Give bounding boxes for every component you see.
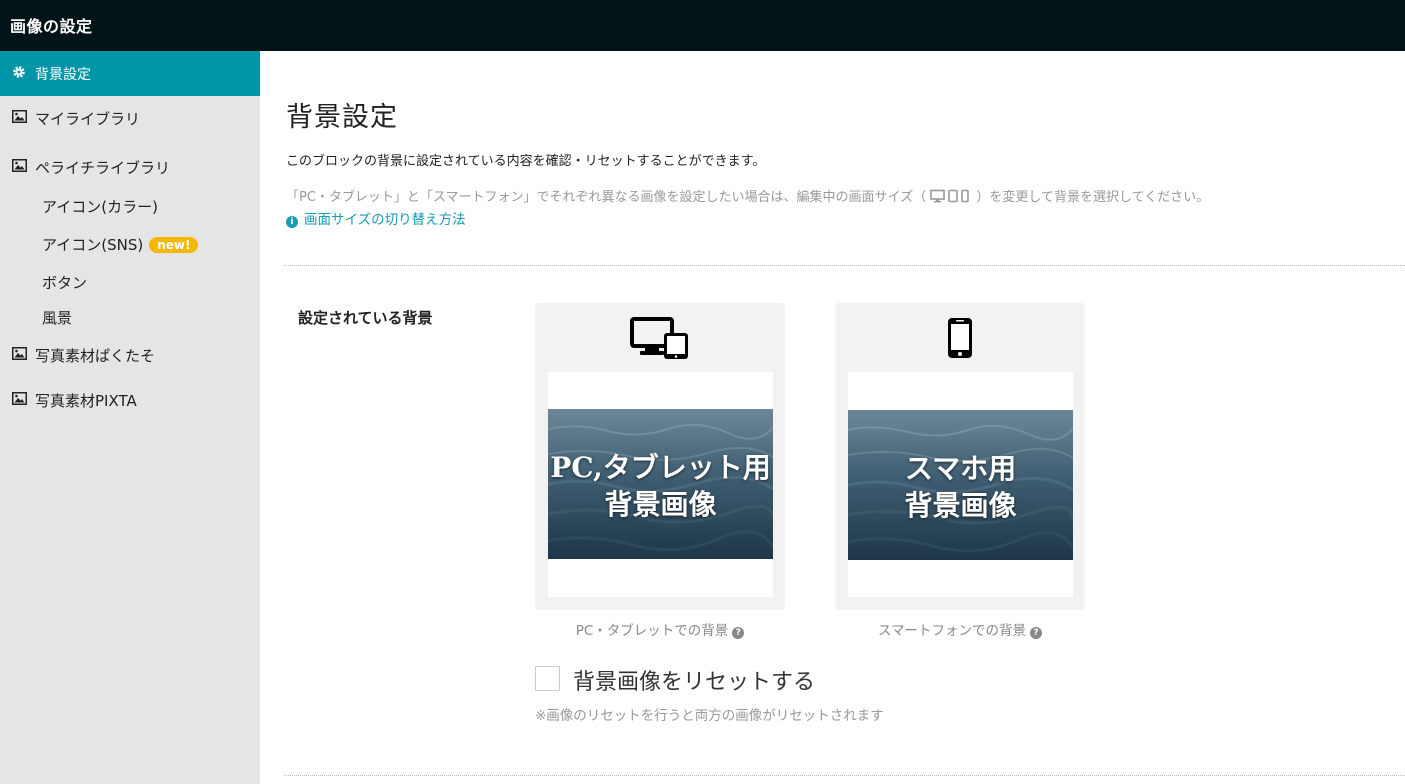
smartphone-background-card[interactable]: スマホ用 背景画像	[835, 303, 1085, 610]
sidebar-item-peraichi-library[interactable]: ペライチライブラリ	[0, 153, 260, 183]
smartphone-image-text-line2: 背景画像	[904, 489, 1017, 522]
smartphone-background-image: スマホ用 背景画像	[848, 410, 1073, 560]
pc-background-preview: PC,タブレット用 背景画像	[548, 372, 773, 597]
sidebar-item-my-library[interactable]: マイライブラリ	[0, 104, 260, 134]
sidebar-subitem-icon-color[interactable]: アイコン(カラー)	[42, 196, 158, 217]
pc-background-image: PC,タブレット用 背景画像	[548, 409, 773, 559]
info-icon: i	[286, 216, 298, 228]
section-label: 設定されている背景	[298, 309, 433, 327]
pc-image-text-line1: PC,タブレット用	[550, 451, 771, 484]
reset-note: ※画像のリセットを行うと両方の画像がリセットされます	[535, 708, 884, 724]
new-badge: new!	[149, 237, 199, 253]
help-icon[interactable]: ?	[732, 627, 745, 639]
image-icon	[12, 392, 27, 405]
sidebar-subitem-button[interactable]: ボタン	[42, 272, 87, 293]
help-icon[interactable]: ?	[1030, 627, 1043, 639]
main-panel: 背景設定 このブロックの背景に設定されている内容を確認・リセットすることができま…	[260, 51, 1405, 784]
page-description: このブロックの背景に設定されている内容を確認・リセットすることができます。	[286, 154, 766, 169]
gear-icon	[13, 66, 25, 78]
sidebar-item-label: 背景設定	[35, 67, 91, 83]
sidebar-item-label: ペライチライブラリ	[35, 159, 171, 177]
sidebar-item-label: マイライブラリ	[35, 110, 141, 128]
pc-background-caption: PC・タブレットでの背景?	[535, 619, 785, 639]
sidebar-subitem-icon-sns[interactable]: アイコン(SNS) new!	[42, 234, 199, 255]
sidebar-subitem-label: アイコン(SNS)	[42, 236, 144, 254]
pc-image-text-line2: 背景画像	[604, 488, 717, 521]
reset-background-checkbox[interactable]	[535, 666, 560, 691]
sidebar-subitem-scenery[interactable]: 風景	[42, 307, 72, 328]
sidebar-item-background-settings[interactable]: 背景設定	[0, 51, 260, 96]
screen-size-note: 「PC・タブレット」と「スマートフォン」でそれぞれ異なる画像を設定したい場合は、…	[286, 189, 1210, 205]
pc-background-card[interactable]: PC,タブレット用 背景画像	[535, 303, 785, 610]
header-bar: 画像の設定	[0, 0, 1405, 51]
smartphone-icon	[948, 318, 972, 358]
sidebar: 背景設定 マイライブラリ ペライチライブラリ アイコン(カラー) アイコン(SN…	[0, 51, 260, 784]
sidebar-item-pixta[interactable]: 写真素材PIXTA	[0, 386, 260, 416]
smartphone-image-text-line1: スマホ用	[904, 452, 1017, 485]
divider	[284, 775, 1405, 776]
sidebar-item-pakutaso[interactable]: 写真素材ぱくたそ	[0, 341, 260, 371]
divider	[284, 265, 1405, 266]
image-icon	[12, 159, 27, 172]
reset-background-label[interactable]: 背景画像をリセットする	[573, 664, 815, 696]
smartphone-background-preview: スマホ用 背景画像	[848, 372, 1073, 597]
page-title: 背景設定	[286, 102, 398, 133]
screen-size-icons	[930, 189, 970, 203]
desktop-tablet-icon	[630, 317, 688, 359]
smartphone-background-caption: スマートフォンでの背景?	[835, 619, 1085, 639]
sidebar-item-label: 写真素材ぱくたそ	[35, 347, 156, 365]
image-icon	[12, 347, 27, 360]
sidebar-item-label: 写真素材PIXTA	[35, 392, 137, 410]
dialog-title: 画像の設定	[10, 17, 93, 36]
screen-size-help-link[interactable]: i 画面サイズの切り替え方法	[286, 208, 466, 228]
image-icon	[12, 110, 27, 123]
